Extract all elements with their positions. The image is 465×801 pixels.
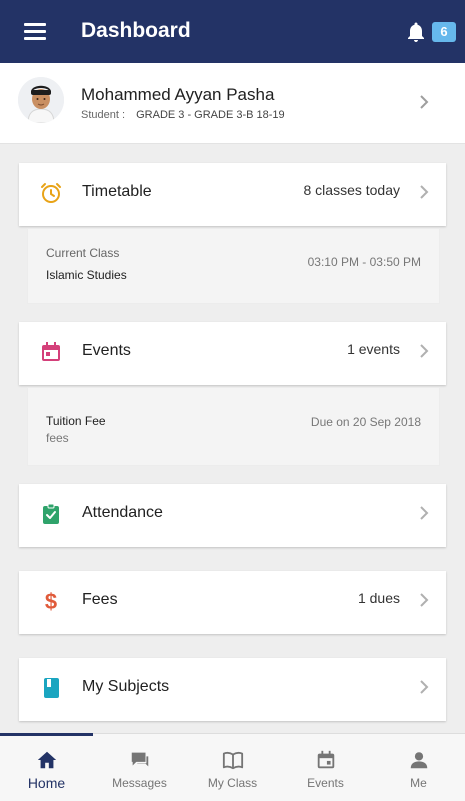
event-item-title: Tuition Fee: [46, 414, 106, 428]
nav-home[interactable]: Home: [0, 734, 93, 801]
bell-icon[interactable]: [404, 20, 428, 44]
nav-me[interactable]: Me: [372, 734, 465, 801]
alarm-clock-icon: [41, 183, 61, 203]
events-summary: 1 events: [347, 341, 400, 357]
fees-card[interactable]: $ Fees 1 dues: [19, 571, 446, 634]
timetable-card[interactable]: Timetable 8 classes today: [19, 163, 446, 226]
event-due-date: Due on 20 Sep 2018: [310, 415, 421, 429]
nav-events[interactable]: Events: [279, 734, 372, 801]
events-card[interactable]: Events 1 events: [19, 322, 446, 385]
events-title: Events: [82, 342, 131, 359]
chevron-right-icon: [420, 344, 429, 358]
chevron-right-icon: [420, 593, 429, 607]
current-class-label: Current Class: [46, 246, 120, 260]
dollar-icon: $: [45, 589, 57, 613]
clipboard-check-icon: [43, 503, 59, 524]
open-book-icon: [222, 751, 244, 770]
person-icon: [410, 752, 428, 769]
chevron-right-icon: [420, 95, 429, 109]
grade-text: GRADE 3 - GRADE 3-B 18-19: [136, 109, 285, 121]
chevron-right-icon: [420, 185, 429, 199]
bottom-nav: Home Messages My Class Events Me: [0, 733, 465, 801]
nav-messages[interactable]: Messages: [93, 734, 186, 801]
student-name: Mohammed Ayyan Pasha: [81, 85, 275, 104]
calendar-icon: [42, 342, 60, 361]
avatar: [18, 77, 64, 123]
role-label: Student :: [81, 109, 126, 121]
current-class-subject: Islamic Studies: [46, 268, 127, 282]
fees-title: Fees: [82, 591, 118, 608]
menu-icon[interactable]: [24, 23, 46, 41]
attendance-card[interactable]: Attendance: [19, 484, 446, 547]
fees-summary: 1 dues: [357, 590, 400, 606]
student-profile-row[interactable]: Mohammed Ayyan Pasha Student : GRADE 3 -…: [0, 63, 465, 144]
nav-me-label: Me: [410, 776, 427, 790]
timetable-title: Timetable: [82, 183, 152, 200]
chevron-right-icon: [420, 506, 429, 520]
timetable-summary: 8 classes today: [303, 182, 401, 198]
current-class-time: 03:10 PM - 03:50 PM: [307, 255, 421, 269]
my-subjects-title: My Subjects: [82, 678, 170, 695]
upcoming-event-panel: Tuition Fee fees Due on 20 Sep 2018: [27, 387, 440, 466]
current-class-panel: Current Class Islamic Studies 03:10 PM -…: [27, 228, 440, 304]
svg-text:$: $: [45, 589, 57, 613]
my-subjects-card[interactable]: My Subjects: [19, 658, 446, 721]
page-title: Dashboard: [81, 19, 191, 42]
home-icon: [37, 751, 57, 769]
notification-badge[interactable]: 6: [432, 22, 456, 42]
calendar-icon: [317, 750, 335, 769]
nav-my-class[interactable]: My Class: [186, 734, 279, 801]
chat-icon: [131, 752, 149, 767]
nav-home-label: Home: [27, 775, 66, 791]
chevron-right-icon: [420, 680, 429, 694]
nav-events-label: Events: [307, 776, 344, 790]
student-grade-line: Student : GRADE 3 - GRADE 3-B 18-19: [81, 109, 285, 121]
nav-messages-label: Messages: [112, 776, 167, 790]
attendance-title: Attendance: [82, 504, 163, 521]
event-item-subtitle: fees: [46, 431, 69, 445]
app-bar: Dashboard 6: [0, 0, 465, 63]
nav-my-class-label: My Class: [207, 776, 258, 790]
book-icon: [44, 678, 59, 698]
